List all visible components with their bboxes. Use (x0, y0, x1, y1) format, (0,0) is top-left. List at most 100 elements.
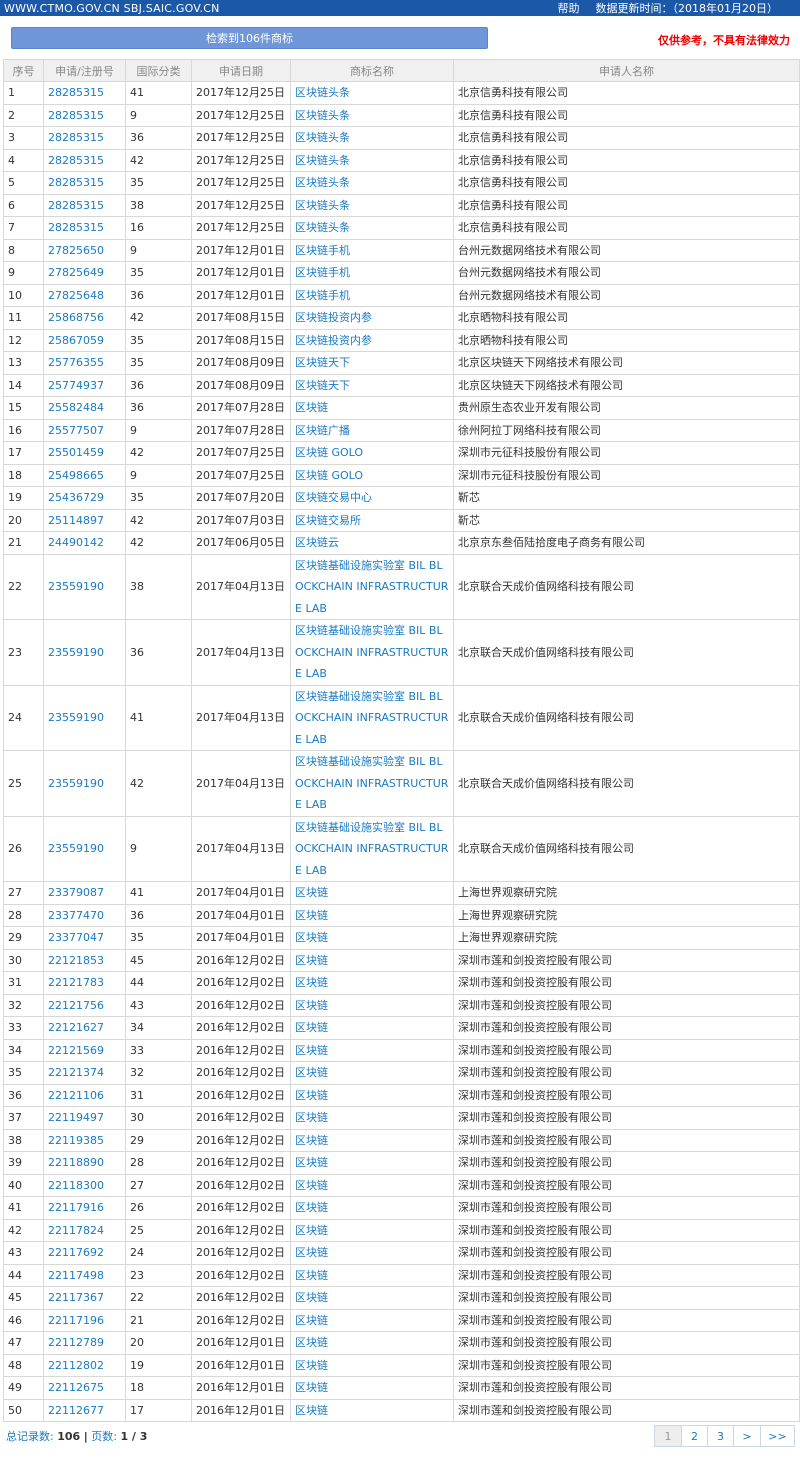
cell-mark-name[interactable]: 区块链基础设施实验室 BIL BLOCKCHAIN INFRASTRUCTURE… (290, 815, 454, 882)
result-count-button[interactable]: 检索到106件商标 (11, 27, 488, 49)
cell-mark-name[interactable]: 区块链 (290, 1016, 454, 1040)
cell-mark-name[interactable]: 区块链 (290, 993, 454, 1017)
page-2-button[interactable]: 2 (681, 1425, 708, 1447)
cell-mark-name[interactable]: 区块链头条 (290, 216, 454, 240)
page-1-button[interactable]: 1 (654, 1425, 682, 1447)
cell-reg-no[interactable]: 23559190 (43, 815, 126, 882)
cell-mark-name[interactable]: 区块链头条 (290, 81, 454, 105)
cell-reg-no[interactable]: 22117692 (43, 1241, 126, 1265)
cell-mark-name[interactable]: 区块链 (290, 1038, 454, 1062)
cell-mark-name[interactable]: 区块链 (290, 948, 454, 972)
cell-reg-no[interactable]: 25776355 (43, 351, 126, 375)
cell-mark-name[interactable]: 区块链 (290, 1263, 454, 1287)
cell-mark-name[interactable]: 区块链头条 (290, 126, 454, 150)
cell-reg-no[interactable]: 28285315 (43, 193, 126, 217)
cell-reg-no[interactable]: 25436729 (43, 486, 126, 510)
cell-reg-no[interactable]: 25498665 (43, 463, 126, 487)
cell-reg-no[interactable]: 22117367 (43, 1286, 126, 1310)
cell-mark-name[interactable]: 区块链基础设施实验室 BIL BLOCKCHAIN INFRASTRUCTURE… (290, 684, 454, 751)
cell-reg-no[interactable]: 25114897 (43, 508, 126, 532)
cell-reg-no[interactable]: 22121853 (43, 948, 126, 972)
cell-mark-name[interactable]: 区块链 GOLO (290, 441, 454, 465)
cell-reg-no[interactable]: 28285315 (43, 81, 126, 105)
cell-mark-name[interactable]: 区块链 (290, 1061, 454, 1085)
next-page-button[interactable]: > (733, 1425, 761, 1447)
cell-reg-no[interactable]: 22121106 (43, 1083, 126, 1107)
help-link[interactable]: 帮助 (558, 0, 580, 16)
cell-mark-name[interactable]: 区块链 (290, 1308, 454, 1332)
cell-mark-name[interactable]: 区块链 (290, 903, 454, 927)
cell-reg-no[interactable]: 28285315 (43, 216, 126, 240)
cell-mark-name[interactable]: 区块链头条 (290, 148, 454, 172)
cell-mark-name[interactable]: 区块链 (290, 1241, 454, 1265)
cell-reg-no[interactable]: 25582484 (43, 396, 126, 420)
cell-mark-name[interactable]: 区块链投资内参 (290, 328, 454, 352)
cell-reg-no[interactable]: 23377470 (43, 903, 126, 927)
cell-mark-name[interactable]: 区块链 (290, 1286, 454, 1310)
cell-reg-no[interactable]: 23559190 (43, 619, 126, 686)
cell-reg-no[interactable]: 28285315 (43, 148, 126, 172)
cell-reg-no[interactable]: 22119385 (43, 1128, 126, 1152)
cell-reg-no[interactable]: 27825650 (43, 238, 126, 262)
cell-reg-no[interactable]: 22112677 (43, 1398, 126, 1422)
cell-reg-no[interactable]: 22117498 (43, 1263, 126, 1287)
cell-mark-name[interactable]: 区块链 (290, 1353, 454, 1377)
cell-reg-no[interactable]: 28285315 (43, 171, 126, 195)
cell-mark-name[interactable]: 区块链 (290, 926, 454, 950)
cell-mark-name[interactable]: 区块链交易中心 (290, 486, 454, 510)
cell-mark-name[interactable]: 区块链 (290, 971, 454, 995)
page-3-button[interactable]: 3 (707, 1425, 734, 1447)
cell-mark-name[interactable]: 区块链 (290, 1376, 454, 1400)
cell-reg-no[interactable]: 25501459 (43, 441, 126, 465)
cell-mark-name[interactable]: 区块链头条 (290, 171, 454, 195)
cell-mark-name[interactable]: 区块链交易所 (290, 508, 454, 532)
cell-mark-name[interactable]: 区块链 (290, 881, 454, 905)
last-page-button[interactable]: >> (760, 1425, 795, 1447)
cell-reg-no[interactable]: 22121756 (43, 993, 126, 1017)
cell-mark-name[interactable]: 区块链基础设施实验室 BIL BLOCKCHAIN INFRASTRUCTURE… (290, 553, 454, 620)
cell-mark-name[interactable]: 区块链云 (290, 531, 454, 555)
cell-mark-name[interactable]: 区块链 (290, 1173, 454, 1197)
cell-reg-no[interactable]: 22119497 (43, 1106, 126, 1130)
cell-mark-name[interactable]: 区块链投资内参 (290, 306, 454, 330)
cell-reg-no[interactable]: 28285315 (43, 103, 126, 127)
cell-reg-no[interactable]: 22118300 (43, 1173, 126, 1197)
cell-mark-name[interactable]: 区块链 (290, 1218, 454, 1242)
cell-mark-name[interactable]: 区块链头条 (290, 103, 454, 127)
cell-reg-no[interactable]: 27825649 (43, 261, 126, 285)
cell-mark-name[interactable]: 区块链广播 (290, 418, 454, 442)
cell-mark-name[interactable]: 区块链 (290, 1196, 454, 1220)
cell-reg-no[interactable]: 22112789 (43, 1331, 126, 1355)
cell-reg-no[interactable]: 25577507 (43, 418, 126, 442)
cell-mark-name[interactable]: 区块链 (290, 1083, 454, 1107)
cell-mark-name[interactable]: 区块链头条 (290, 193, 454, 217)
cell-reg-no[interactable]: 22121783 (43, 971, 126, 995)
cell-mark-name[interactable]: 区块链基础设施实验室 BIL BLOCKCHAIN INFRASTRUCTURE… (290, 619, 454, 686)
cell-reg-no[interactable]: 25867059 (43, 328, 126, 352)
cell-mark-name[interactable]: 区块链 (290, 1331, 454, 1355)
cell-mark-name[interactable]: 区块链天下 (290, 351, 454, 375)
cell-mark-name[interactable]: 区块链基础设施实验室 BIL BLOCKCHAIN INFRASTRUCTURE… (290, 750, 454, 817)
cell-mark-name[interactable]: 区块链 (290, 396, 454, 420)
cell-mark-name[interactable]: 区块链手机 (290, 238, 454, 262)
cell-reg-no[interactable]: 22112802 (43, 1353, 126, 1377)
cell-reg-no[interactable]: 23559190 (43, 750, 126, 817)
cell-mark-name[interactable]: 区块链 (290, 1151, 454, 1175)
cell-reg-no[interactable]: 22118890 (43, 1151, 126, 1175)
cell-mark-name[interactable]: 区块链手机 (290, 283, 454, 307)
cell-reg-no[interactable]: 22117824 (43, 1218, 126, 1242)
cell-reg-no[interactable]: 28285315 (43, 126, 126, 150)
cell-reg-no[interactable]: 22121569 (43, 1038, 126, 1062)
cell-mark-name[interactable]: 区块链 (290, 1128, 454, 1152)
cell-mark-name[interactable]: 区块链 (290, 1398, 454, 1422)
cell-reg-no[interactable]: 25774937 (43, 373, 126, 397)
cell-reg-no[interactable]: 23559190 (43, 684, 126, 751)
cell-reg-no[interactable]: 24490142 (43, 531, 126, 555)
cell-mark-name[interactable]: 区块链 GOLO (290, 463, 454, 487)
cell-reg-no[interactable]: 22121627 (43, 1016, 126, 1040)
cell-reg-no[interactable]: 22121374 (43, 1061, 126, 1085)
cell-reg-no[interactable]: 22117196 (43, 1308, 126, 1332)
cell-reg-no[interactable]: 27825648 (43, 283, 126, 307)
cell-reg-no[interactable]: 23379087 (43, 881, 126, 905)
cell-reg-no[interactable]: 22117916 (43, 1196, 126, 1220)
